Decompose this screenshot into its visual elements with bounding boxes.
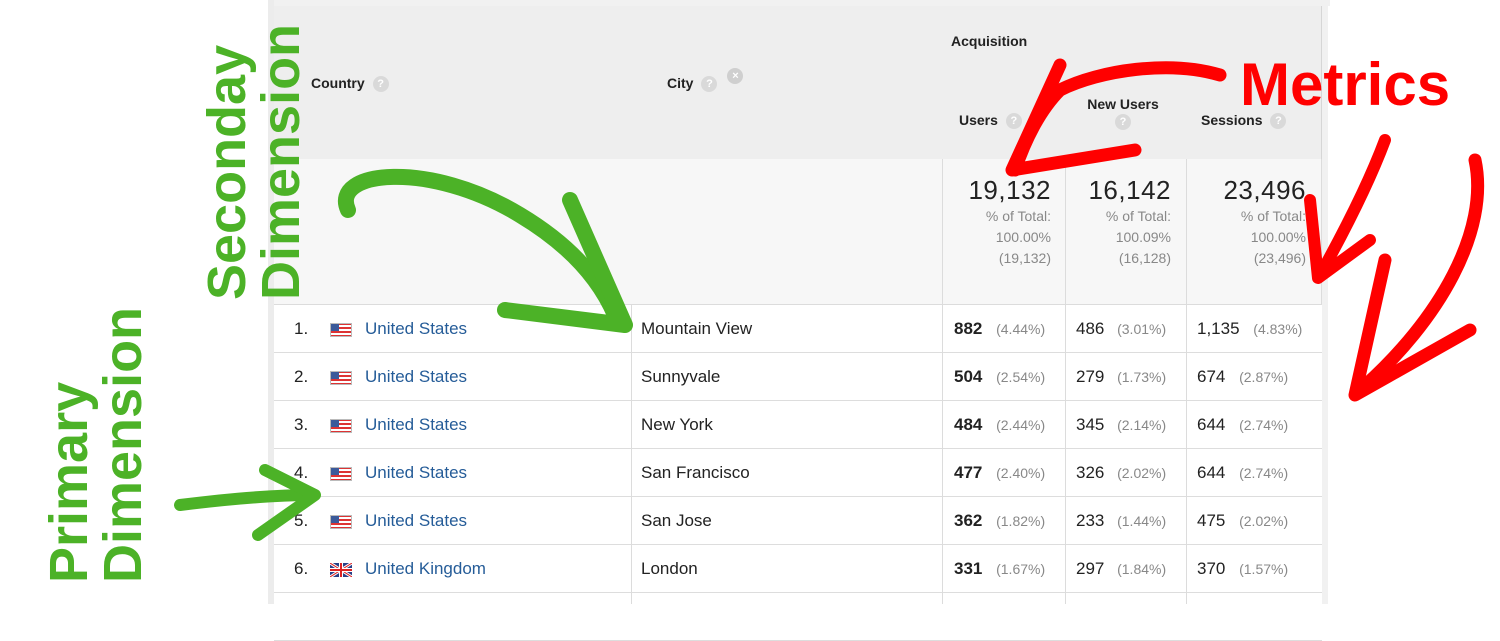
- green-arrow-primary: [174, 489, 318, 511]
- secondary-dimension-annotation: Seconday Dimension: [197, 23, 311, 300]
- secondary-annotation-line1: Seconday: [197, 44, 257, 300]
- primary-dimension-annotation: Primary Dimension: [39, 306, 153, 583]
- secondary-annotation-line2: Dimension: [251, 23, 311, 300]
- primary-annotation-line1: Primary: [39, 381, 99, 583]
- metrics-annotation: Metrics: [1240, 51, 1451, 118]
- primary-annotation-line2: Dimension: [93, 306, 153, 583]
